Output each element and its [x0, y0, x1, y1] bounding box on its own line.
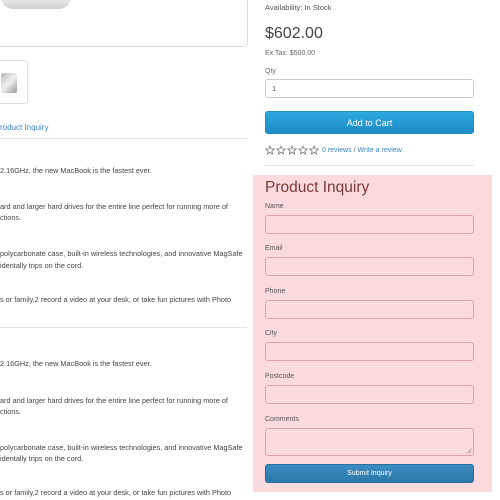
resize-handle-icon[interactable] [466, 448, 472, 454]
reviews-link[interactable]: 0 reviews [322, 147, 352, 154]
rating-row: 0 reviews / Write a review [265, 145, 402, 155]
product-price: $602.00 [265, 25, 323, 42]
star-outline-icon [287, 145, 297, 155]
product-inquiry-tab-link[interactable]: roduct Inquiry [0, 123, 48, 132]
email-field[interactable] [265, 257, 474, 276]
description-line: identally trips on the cord. [0, 261, 84, 270]
city-field[interactable] [265, 342, 474, 361]
description-line: ard and larger hard drives for the entir… [0, 202, 228, 211]
description-line: ctions. [0, 213, 22, 222]
postcode-label: Postcode [265, 373, 295, 380]
star-outline-icon [265, 145, 275, 155]
main-product-image[interactable] [0, 0, 248, 47]
phone-field[interactable] [265, 300, 474, 319]
ex-tax-price: Ex Tax: $500.00 [265, 50, 316, 57]
star-outline-icon [309, 145, 319, 155]
name-field[interactable] [265, 215, 474, 234]
email-label: Email [265, 245, 283, 252]
product-inquiry-form: Product Inquiry Name Email Phone City Po… [253, 175, 492, 492]
quantity-input[interactable] [265, 79, 474, 98]
add-to-cart-button[interactable]: Add to Cart [265, 111, 474, 134]
rating-stars [265, 145, 320, 155]
description-line: s or family,2 record a video at your des… [0, 295, 232, 304]
thumbnail-image [1, 73, 17, 93]
description-line: 2.16GHz, the new MacBook is the fastest … [0, 166, 152, 175]
divider [265, 165, 474, 166]
description-line: identally trips on the cord. [0, 454, 84, 463]
description-line: ctions. [0, 407, 22, 416]
divider [0, 327, 247, 328]
description-line: polycarbonate case, built-in wireless te… [0, 249, 243, 258]
divider [0, 138, 247, 139]
star-outline-icon [276, 145, 286, 155]
description-line: ard and larger hard drives for the entir… [0, 396, 228, 405]
description-line: s or family,2 record a video at your des… [0, 488, 232, 497]
postcode-field[interactable] [265, 385, 474, 404]
name-label: Name [265, 203, 284, 210]
city-label: City [265, 330, 278, 337]
qty-label: Qty [265, 68, 276, 75]
rating-separator: / [353, 146, 356, 154]
availability-text: Availability: In Stock [265, 3, 332, 12]
comments-label: Comments [265, 416, 299, 423]
phone-label: Phone [265, 288, 286, 295]
write-review-link[interactable]: Write a review [358, 147, 402, 154]
laptop-image [1, 0, 71, 9]
description-line: polycarbonate case, built-in wireless te… [0, 443, 243, 452]
product-thumbnail[interactable] [0, 60, 28, 104]
inquiry-title: Product Inquiry [265, 179, 370, 196]
comments-textarea[interactable] [265, 428, 474, 456]
description-line: 2.16GHz, the new MacBook is the fastest … [0, 359, 152, 368]
star-outline-icon [298, 145, 308, 155]
submit-inquiry-button[interactable]: Submit Inquiry [265, 464, 474, 483]
